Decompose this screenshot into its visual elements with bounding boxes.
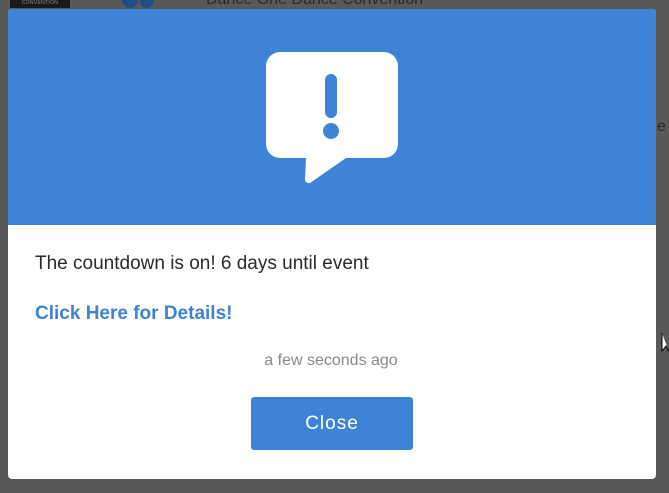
speech-bubble-exclamation-icon [266,52,398,184]
mouse-cursor-icon [661,333,669,353]
notification-modal: The countdown is on! 6 days until event … [8,9,656,479]
site-logo: CONVENTION [10,0,70,8]
timestamp-text: a few seconds ago [264,352,398,369]
page-title: Dance One Dance Convention [206,0,423,9]
notification-message: The countdown is on! 6 days until event [35,253,369,274]
timestamp: a few seconds ago [8,352,656,370]
modal-header [8,9,656,225]
background-text-fragment: e [657,118,666,135]
details-link[interactable]: Click Here for Details! [35,303,232,325]
close-button[interactable]: Close [251,397,413,450]
